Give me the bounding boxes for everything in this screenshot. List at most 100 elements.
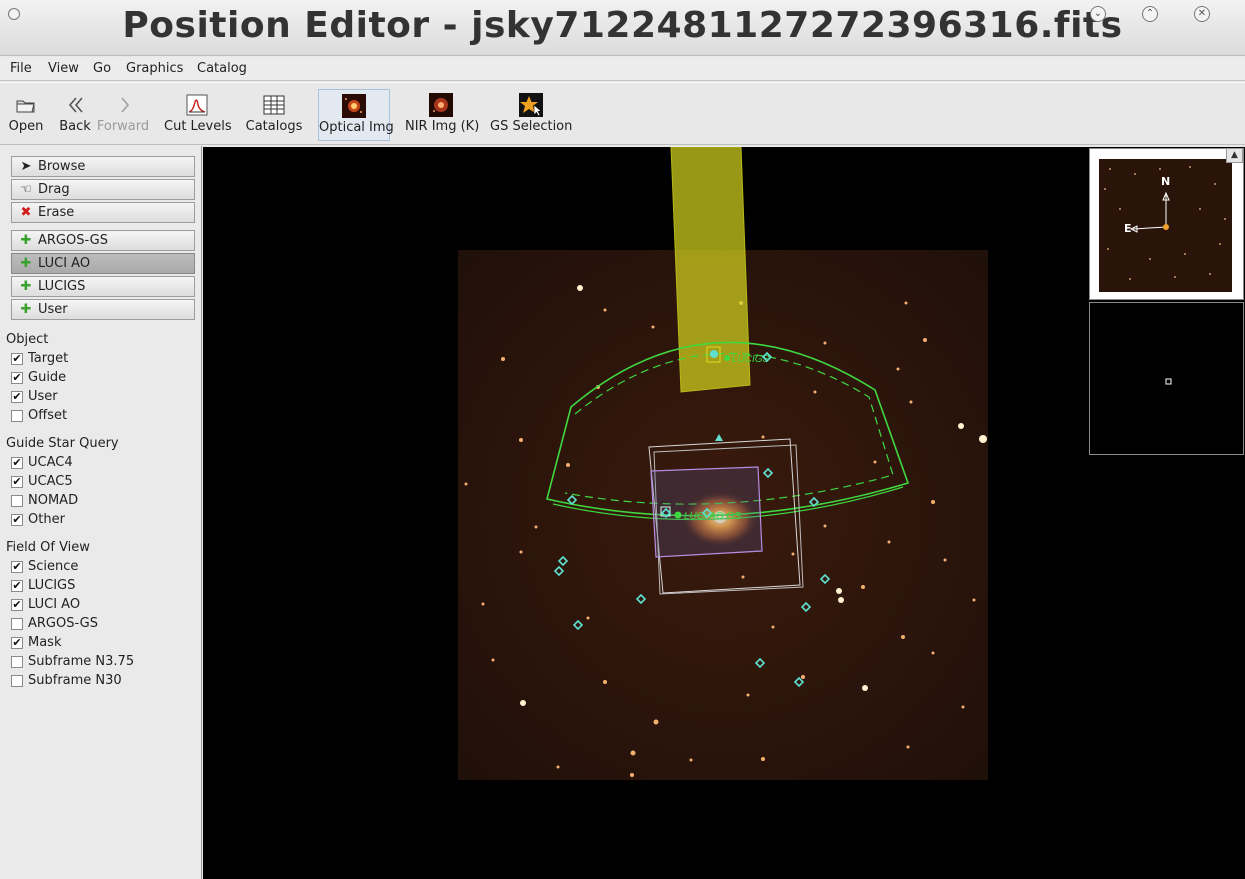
checkbox-label: UCAC4 <box>28 455 73 470</box>
magnifier-view <box>1165 378 1172 385</box>
star <box>909 400 913 404</box>
magnifier-cursor <box>1165 378 1172 385</box>
checkbox-label: Science <box>28 559 79 574</box>
star <box>519 438 523 442</box>
histogram-icon <box>186 94 208 116</box>
checkbox-label: ARGOS-GS <box>28 616 98 631</box>
panner-star <box>1199 208 1201 210</box>
star <box>746 693 750 697</box>
forward-arrow-icon <box>121 97 130 113</box>
star <box>630 750 636 756</box>
panner-image[interactable]: N E <box>1090 149 1243 299</box>
panner-star <box>1184 253 1186 255</box>
scroll-up-icon[interactable]: ▲ <box>1226 148 1243 163</box>
star <box>823 341 827 345</box>
checkbox-unchecked-icon[interactable] <box>11 495 23 507</box>
star <box>931 651 935 655</box>
star <box>586 616 590 620</box>
star <box>862 685 868 691</box>
maximize-icon[interactable]: ⌃ <box>1142 6 1158 22</box>
erase-x-icon: ✖ <box>20 205 32 220</box>
menu-file[interactable]: File <box>10 61 32 76</box>
back-button[interactable]: Back <box>58 89 92 141</box>
star <box>823 524 827 528</box>
open-button[interactable]: Open <box>6 89 46 141</box>
lucigs-button[interactable]: ✚ LUCIGS <box>11 276 195 297</box>
magnifier-window <box>1089 302 1244 455</box>
star <box>464 482 468 486</box>
window-title: Position Editor - jsky712248112727239631… <box>122 5 1123 46</box>
star <box>501 357 505 361</box>
fov-group-title: Field Of View <box>6 540 90 555</box>
menu-view[interactable]: View <box>48 61 79 76</box>
catalogs-button[interactable]: Catalogs <box>245 89 303 141</box>
panner-star <box>1134 173 1136 175</box>
checkbox-checked-icon[interactable]: ✔ <box>11 580 23 592</box>
star <box>873 460 877 464</box>
checkbox-checked-icon[interactable]: ✔ <box>11 599 23 611</box>
star <box>491 658 495 662</box>
plus-icon: ✚ <box>20 233 32 248</box>
star <box>861 585 865 589</box>
gs-selection-button[interactable]: GS Selection <box>490 89 572 141</box>
star <box>689 758 693 762</box>
star <box>630 773 634 777</box>
star <box>761 757 765 761</box>
checkbox-checked-icon[interactable]: ✔ <box>11 561 23 573</box>
checkbox-unchecked-icon[interactable] <box>11 410 23 422</box>
checkbox-label: Subframe N3.75 <box>28 654 135 669</box>
user-button[interactable]: ✚ User <box>11 299 195 320</box>
star <box>577 285 583 291</box>
browse-button[interactable]: ➤ Browse <box>11 156 195 177</box>
star <box>801 675 805 679</box>
star <box>838 597 844 603</box>
star <box>534 525 538 529</box>
optical-img-button[interactable]: Optical Img <box>318 89 394 141</box>
panner-star <box>1119 208 1121 210</box>
panner-star <box>1107 248 1109 250</box>
star <box>961 705 965 709</box>
checkbox-unchecked-icon[interactable] <box>11 656 23 668</box>
menu-go[interactable]: Go <box>93 61 111 76</box>
checkbox-checked-icon[interactable]: ✔ <box>11 637 23 649</box>
checkbox-checked-icon[interactable]: ✔ <box>11 353 23 365</box>
checkbox-checked-icon[interactable]: ✔ <box>11 457 23 469</box>
luci-ao-button[interactable]: ✚ LUCI AO <box>11 253 195 274</box>
star <box>651 325 655 329</box>
checkbox-checked-icon[interactable]: ✔ <box>11 476 23 488</box>
guide-star-marker[interactable] <box>710 350 718 358</box>
forward-button[interactable]: Forward <box>96 89 150 141</box>
checkbox-checked-icon[interactable]: ✔ <box>11 372 23 384</box>
argos-gs-button[interactable]: ✚ ARGOS-GS <box>11 230 195 251</box>
checkbox-checked-icon[interactable]: ✔ <box>11 514 23 526</box>
star <box>836 588 842 594</box>
checkbox-label: Other <box>28 512 65 527</box>
checkbox-label: Target <box>28 351 69 366</box>
panner-window[interactable]: N E <box>1089 148 1244 300</box>
checkbox-unchecked-icon[interactable] <box>11 675 23 687</box>
panner-star <box>1189 166 1191 168</box>
erase-button[interactable]: ✖ Erase <box>11 202 195 223</box>
star <box>958 423 964 429</box>
nir-img-button[interactable]: NIR Img (K) <box>405 89 479 141</box>
star <box>896 367 900 371</box>
cut-levels-button[interactable]: Cut Levels <box>164 89 232 141</box>
star <box>603 680 607 684</box>
star <box>904 301 908 305</box>
panner-star <box>1159 168 1161 170</box>
checkbox-label: LUCIGS <box>28 578 76 593</box>
nir-image-icon <box>429 93 453 117</box>
east-label: E <box>1124 222 1132 235</box>
checkbox-label: Subframe N30 <box>28 673 122 688</box>
north-label: N <box>1161 175 1170 188</box>
minimize-icon[interactable]: ⌄ <box>1090 6 1106 22</box>
menu-graphics[interactable]: Graphics <box>126 61 183 76</box>
star <box>943 558 947 562</box>
close-icon[interactable]: ✕ <box>1194 6 1210 22</box>
checkbox-label: User <box>28 389 58 404</box>
checkbox-unchecked-icon[interactable] <box>11 618 23 630</box>
checkbox-checked-icon[interactable]: ✔ <box>11 391 23 403</box>
drag-button[interactable]: ☜ Drag <box>11 179 195 200</box>
star <box>972 598 976 602</box>
menu-catalog[interactable]: Catalog <box>197 61 247 76</box>
